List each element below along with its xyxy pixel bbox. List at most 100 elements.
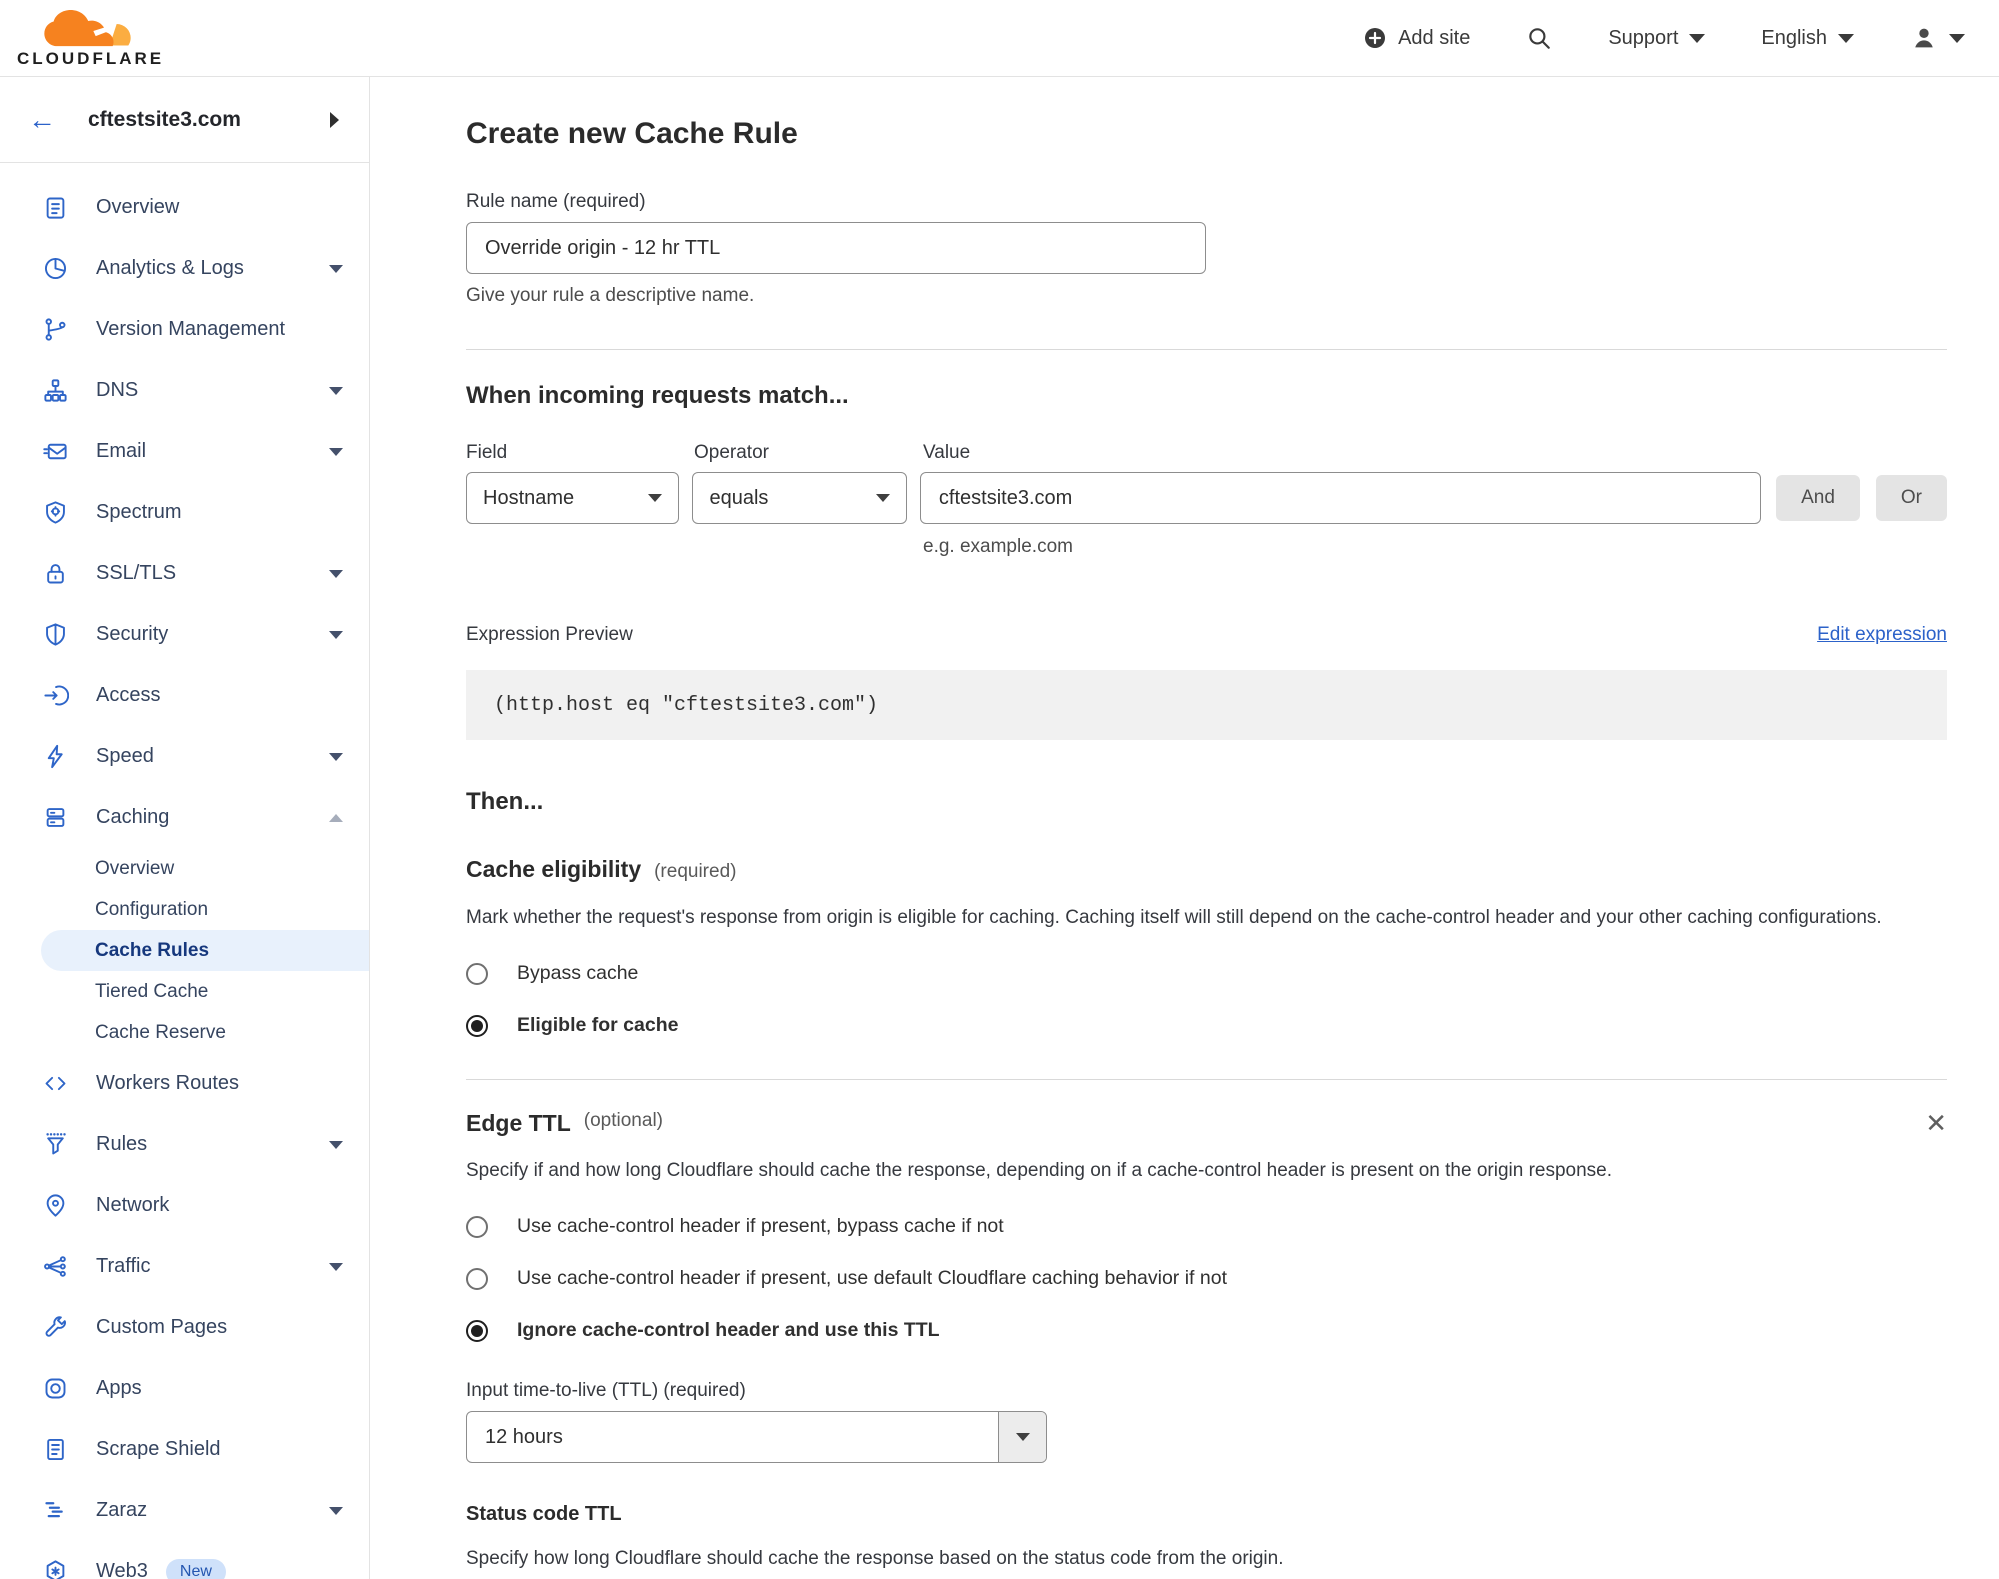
security-icon	[41, 621, 69, 649]
optional-tag: (optional)	[583, 1110, 663, 1131]
sidebar-item-label: Access	[96, 684, 161, 706]
sidebar-nav: Overview Analytics & Logs Version Manage…	[0, 163, 369, 1579]
radio-icon[interactable]	[466, 1267, 488, 1290]
edit-expression-link[interactable]: Edit expression	[1817, 624, 1947, 646]
search-button[interactable]	[1526, 25, 1552, 51]
sidebar-item-network[interactable]: Network	[0, 1175, 369, 1236]
sidebar-item-label: Speed	[96, 745, 154, 767]
sidebar-subitem-cache-reserve[interactable]: Cache Reserve	[41, 1012, 369, 1053]
sidebar-item-traffic[interactable]: Traffic	[0, 1236, 369, 1297]
radio-eligible-for-cache[interactable]: Eligible for cache	[466, 1014, 1947, 1037]
chevron-down-icon	[1015, 1433, 1030, 1441]
account-menu[interactable]	[1910, 24, 1965, 52]
sidebar-item-email[interactable]: Email	[0, 421, 369, 482]
chevron-right-icon[interactable]	[330, 111, 339, 128]
version-management-icon	[41, 316, 69, 344]
sidebar-item-custom-pages[interactable]: Custom Pages	[0, 1297, 369, 1358]
radio-icon[interactable]	[466, 1215, 488, 1238]
chevron-up-icon	[329, 813, 343, 822]
radio-icon-selected[interactable]	[466, 1014, 488, 1037]
dns-icon	[41, 377, 69, 405]
sidebar-item-scrape-shield[interactable]: Scrape Shield	[0, 1419, 369, 1480]
rule-name-label: Rule name (required)	[466, 191, 646, 212]
chevron-down-icon	[1689, 33, 1706, 43]
section-divider	[466, 349, 1947, 350]
sidebar-item-rules[interactable]: Rules	[0, 1114, 369, 1175]
sidebar-item-label: SSL/TLS	[96, 562, 177, 584]
expression-preview-row: Expression Preview Edit expression	[466, 624, 1947, 646]
sidebar-subitem-caching-overview[interactable]: Overview	[41, 848, 369, 889]
radio-label: Bypass cache	[517, 962, 639, 984]
radio-label: Ignore cache-control header and use this…	[517, 1319, 940, 1341]
add-site-label: Add site	[1398, 26, 1471, 49]
expression-preview-label: Expression Preview	[466, 624, 633, 645]
chevron-down-icon	[329, 264, 343, 273]
chevron-down-icon	[329, 1262, 343, 1271]
radio-bypass-cache[interactable]: Bypass cache	[466, 962, 1947, 985]
sidebar-item-caching[interactable]: Caching	[0, 787, 369, 848]
sidebar-item-access[interactable]: Access	[0, 665, 369, 726]
cloudflare-cloud-icon	[43, 9, 131, 46]
sidebar-item-version-management[interactable]: Version Management	[0, 299, 369, 360]
sidebar-subitem-configuration[interactable]: Configuration	[41, 889, 369, 930]
support-menu[interactable]: Support	[1608, 26, 1706, 50]
radio-label: Use cache-control header if present, byp…	[517, 1215, 1004, 1237]
sidebar-subitem-tiered-cache[interactable]: Tiered Cache	[41, 971, 369, 1012]
sidebar-item-label: DNS	[96, 379, 139, 401]
radio-cache-control-default[interactable]: Use cache-control header if present, use…	[466, 1267, 1947, 1290]
and-button[interactable]: And	[1776, 475, 1860, 521]
sidebar-item-label: Rules	[96, 1133, 148, 1155]
sidebar-subitem-label: Overview	[95, 857, 175, 879]
sidebar-item-label: Custom Pages	[96, 1316, 228, 1338]
cloudflare-logo[interactable]: CLOUDFLARE	[17, 9, 165, 68]
sidebar-item-ssl-tls[interactable]: SSL/TLS	[0, 543, 369, 604]
radio-cache-control-bypass[interactable]: Use cache-control header if present, byp…	[466, 1215, 1947, 1238]
rule-name-helper: Give your rule a descriptive name.	[466, 285, 755, 306]
sidebar-item-analytics-logs[interactable]: Analytics & Logs	[0, 238, 369, 299]
sidebar-item-workers-routes[interactable]: Workers Routes	[0, 1053, 369, 1114]
network-icon	[41, 1192, 69, 1220]
search-icon	[1529, 28, 1551, 49]
sidebar-item-spectrum[interactable]: Spectrum	[0, 482, 369, 543]
sidebar-item-overview[interactable]: Overview	[0, 177, 369, 238]
field-select[interactable]: Hostname	[466, 472, 680, 524]
sidebar-item-zaraz[interactable]: Zaraz	[0, 1480, 369, 1541]
sidebar-item-label: Workers Routes	[96, 1072, 240, 1094]
value-input[interactable]	[919, 472, 1762, 524]
language-menu[interactable]: English	[1761, 27, 1854, 50]
add-site-button[interactable]: Add site	[1363, 26, 1470, 50]
ttl-input-label: Input time-to-live (TTL) (required)	[466, 1380, 746, 1401]
traffic-icon	[41, 1253, 69, 1281]
sidebar-item-security[interactable]: Security	[0, 604, 369, 665]
overview-icon	[41, 194, 69, 222]
sidebar-item-dns[interactable]: DNS	[0, 360, 369, 421]
chevron-down-icon	[329, 569, 343, 578]
cloudflare-wordmark: CLOUDFLARE	[17, 48, 165, 68]
sidebar-item-web3[interactable]: Web3 New	[0, 1541, 369, 1579]
page-title: Create new Cache Rule	[466, 117, 798, 150]
close-icon[interactable]: ✕	[1925, 1110, 1947, 1136]
radio-icon[interactable]	[466, 962, 488, 985]
rule-name-input[interactable]	[466, 222, 1206, 274]
sidebar-item-speed[interactable]: Speed	[0, 726, 369, 787]
sidebar-item-label: Network	[96, 1194, 170, 1216]
sidebar-item-label: Caching	[96, 806, 170, 828]
zaraz-icon	[41, 1497, 69, 1525]
scrape-shield-icon	[41, 1436, 69, 1464]
radio-icon-selected[interactable]	[466, 1319, 488, 1342]
custom-pages-icon	[41, 1314, 69, 1342]
access-icon	[41, 682, 69, 710]
match-heading: When incoming requests match...	[466, 382, 849, 409]
ttl-select[interactable]: 12 hours	[466, 1411, 1047, 1463]
support-label: Support	[1608, 26, 1679, 49]
chevron-down-icon	[648, 494, 663, 502]
language-label: English	[1761, 26, 1827, 49]
match-row: Hostname equals And Or	[466, 472, 1947, 524]
back-arrow-icon[interactable]: ←	[28, 104, 56, 136]
operator-select[interactable]: equals	[692, 472, 907, 524]
sidebar-item-apps[interactable]: Apps	[0, 1358, 369, 1419]
ttl-select-dropdown-button[interactable]	[998, 1412, 1046, 1462]
sidebar-subitem-cache-rules[interactable]: Cache Rules	[41, 930, 369, 971]
radio-ignore-cache-control[interactable]: Ignore cache-control header and use this…	[466, 1319, 1947, 1342]
or-button[interactable]: Or	[1875, 475, 1947, 521]
